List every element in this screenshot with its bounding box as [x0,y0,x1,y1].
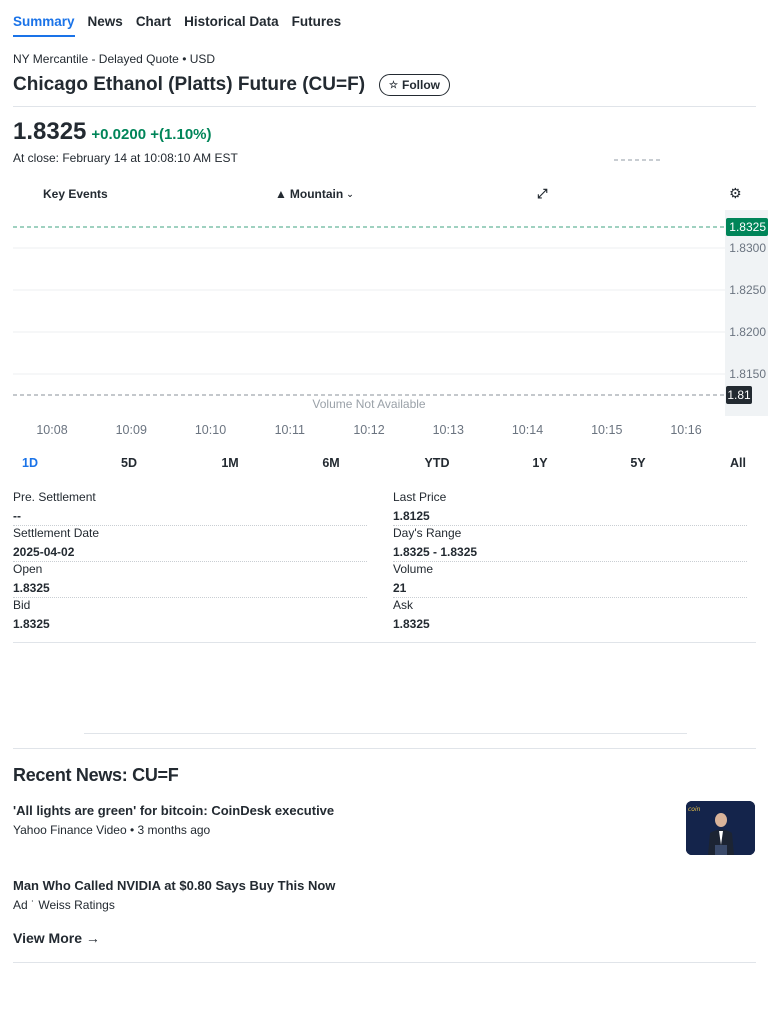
x-tick-label: 10:10 [195,423,226,437]
tab-chart[interactable]: Chart [136,14,171,37]
period-5d[interactable]: 5D [121,456,137,470]
stat-value: 1.8325 [393,617,430,631]
period-1y[interactable]: 1Y [532,456,547,470]
stat-label: Bid [13,598,31,612]
svg-text:coin: coin [688,806,701,813]
stat-volume: Volume 21 [393,562,747,598]
x-tick-label: 10:12 [353,423,384,437]
news-title[interactable]: 'All lights are green' for bitcoin: Coin… [13,803,756,818]
stat-value: 1.8325 [13,617,50,631]
stat-value: -- [13,509,21,523]
period-1d[interactable]: 1D [22,456,38,470]
tab-summary[interactable]: Summary [13,14,75,37]
follow-label: Follow [402,78,440,92]
stat-value: 2025-04-02 [13,545,75,559]
period-selector: 1D 5D 1M 6M YTD 1Y 5Y All [0,456,768,474]
exchange-info: NY Mercantile - Delayed Quote • USD [13,52,216,66]
stat-ask: Ask 1.8325 [393,598,747,634]
stat-label: Ask [393,598,414,612]
star-icon: ☆ [389,79,398,91]
expand-icon[interactable]: ⤢ [537,186,547,202]
news-item-ad[interactable]: Man Who Called NVIDIA at $0.80 Says Buy … [13,878,756,912]
stat-label: Pre. Settlement [13,490,96,504]
x-tick-label: 10:13 [433,423,464,437]
x-tick-label: 10:09 [116,423,147,437]
follow-button[interactable]: ☆ Follow [379,74,450,96]
price-change: +0.0200 +(1.10%) [91,126,212,143]
news-title[interactable]: Man Who Called NVIDIA at $0.80 Says Buy … [13,878,756,893]
stat-value: 1.8125 [393,509,430,523]
key-events-button[interactable]: Key Events [43,187,108,201]
stat-label: Day's Range [393,526,462,540]
y-tick-label: 1.8200 [729,325,766,339]
divider [13,962,756,963]
stat-value: 1.8325 [13,581,50,595]
stat-days-range: Day's Range 1.8325 - 1.8325 [393,526,747,562]
period-6m[interactable]: 6M [322,456,339,470]
divider [13,748,756,749]
x-tick-label: 10:15 [591,423,622,437]
page-title: Chicago Ethanol (Platts) Future (CU=F) [13,74,366,95]
x-tick-label: 10:11 [275,423,305,437]
x-tick-label: 10:08 [36,423,67,437]
stat-label: Last Price [393,490,447,504]
gear-icon[interactable]: ⚙ [729,185,742,202]
stat-value: 1.8325 - 1.8325 [393,545,478,559]
stat-pre-settlement: Pre. Settlement -- [13,490,367,526]
y-tick-label: 1.8150 [729,367,766,381]
close-time: At close: February 14 at 10:08:10 AM EST [13,151,238,165]
title-row: Chicago Ethanol (Platts) Future (CU=F) ☆… [13,74,450,96]
price-chart[interactable]: 1.8300 1.8250 1.8200 1.8150 1.8325 1.81 Volume… [0,210,768,440]
divider [13,106,756,107]
current-price: 1.8325 [13,118,87,145]
mountain-icon: ▲ [275,187,287,201]
quote-tabs: Summary News Chart Historical Data Futur… [13,14,341,37]
period-ytd[interactable]: YTD [425,456,450,470]
price-row: 1.8325 +0.0200 +(1.10%) [13,118,212,146]
y-tick-label: 1.8250 [729,283,766,297]
stat-settlement-date: Settlement Date 2025-04-02 [13,526,367,562]
tab-news[interactable]: News [88,14,123,37]
chart-type-select[interactable]: ▲ Mountain ⌄ [275,187,354,201]
period-5y[interactable]: 5Y [630,456,645,470]
news-thumbnail[interactable]: coin [686,801,755,855]
news-meta: Ad ˙ Weiss Ratings [13,898,115,912]
previous-close-label: 1.81 [727,388,751,402]
y-tick-label: 1.8300 [729,241,766,255]
chart-type-label: Mountain [289,187,344,201]
period-all[interactable]: All [730,456,746,470]
tab-historical-data[interactable]: Historical Data [184,14,279,37]
news-heading: Recent News: CU=F [13,765,179,785]
stat-bid: Bid 1.8325 [13,598,367,634]
stat-label: Open [13,562,43,576]
chevron-down-icon: ⌄ [346,188,354,199]
stat-value: 21 [393,581,407,595]
volume-note: Volume Not Available [312,397,426,411]
news-thumbnail-image: coin [686,801,755,855]
stat-label: Volume [393,562,434,576]
stat-label: Settlement Date [13,526,100,540]
tab-futures[interactable]: Futures [292,14,342,37]
x-tick-label: 10:16 [670,423,701,437]
divider [84,733,687,734]
news-item[interactable]: 'All lights are green' for bitcoin: Coin… [13,803,756,837]
stat-open: Open 1.8325 [13,562,367,598]
period-1m[interactable]: 1M [221,456,238,470]
current-price-label: 1.8325 [729,220,766,234]
divider [13,642,756,643]
x-tick-label: 10:14 [512,423,543,437]
news-meta: Yahoo Finance Video • 3 months ago [13,823,211,837]
view-more-link[interactable]: View More → [13,930,100,946]
stat-last-price: Last Price 1.8125 [393,490,747,526]
decorative-line [614,159,660,161]
chart-toolbar: Key Events ▲ Mountain ⌄ ⤢ ⚙ [13,184,756,206]
